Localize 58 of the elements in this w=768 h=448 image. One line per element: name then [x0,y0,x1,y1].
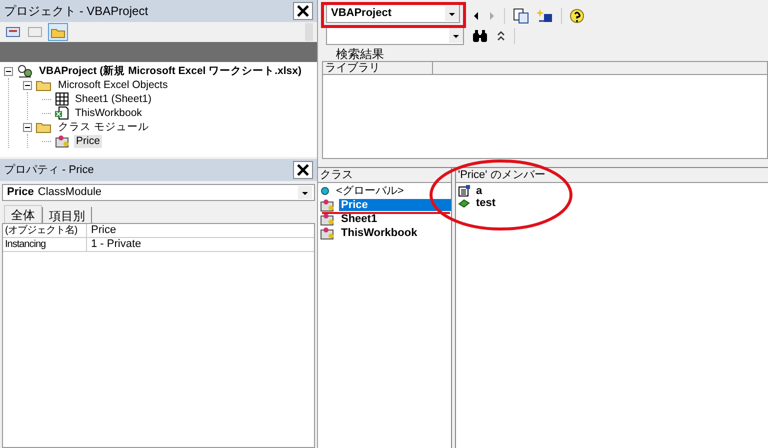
property-value[interactable]: 1 - Private [87,238,314,251]
form-icon [28,27,42,37]
back-icon[interactable] [472,11,480,21]
close-icon [297,5,309,17]
expander-toggle[interactable] [4,66,13,76]
class-item[interactable]: <グローバル> [334,185,451,197]
globe-icon [320,186,330,196]
tree-item[interactable]: Price [74,134,102,148]
column-header: クラス [318,168,451,183]
sheet-icon [55,92,69,106]
toggle-folders-button[interactable] [48,23,68,41]
copy-icon[interactable] [513,8,529,24]
minus-icon [25,124,30,130]
column-header: 'Price' のメンバー [456,168,768,183]
close-button[interactable] [293,2,313,20]
definition-icon[interactable] [537,8,553,24]
property-name: Instancing [3,238,87,251]
expander-toggle[interactable] [23,122,32,132]
member-item[interactable]: a [474,185,484,197]
property-name: (オブジェクト名) [3,224,87,237]
property-value[interactable]: Price [87,224,314,237]
minus-icon [6,68,11,74]
class-module-icon [320,198,335,212]
expander-toggle[interactable] [23,80,32,90]
object-dropdown[interactable]: Price ClassModule [2,184,315,201]
tree-item[interactable]: Microsoft Excel Objects [56,78,170,92]
method-icon [458,198,470,208]
folder-icon [36,121,52,133]
class-item[interactable]: Price [339,199,451,211]
class-module-icon [55,134,70,148]
folder-icon [51,26,65,38]
property-icon [458,185,470,197]
column-header: ライブラリ [323,62,433,74]
close-button[interactable] [293,161,313,179]
collapse-icon[interactable] [496,30,506,42]
view-code-button[interactable] [4,24,22,40]
tab[interactable]: 全体 [4,205,42,223]
class-module-icon [320,226,335,240]
class-item[interactable]: Sheet1 [339,213,451,225]
help-icon[interactable] [570,8,584,24]
binoculars-icon[interactable] [472,29,488,43]
project-icon [17,64,33,78]
form-icon [6,27,20,37]
tree-item[interactable]: Sheet1 (Sheet1) [73,92,154,106]
workbook-icon [55,106,69,120]
minus-icon [25,82,30,88]
member-item[interactable]: test [474,197,498,209]
tree-item[interactable]: VBAProject (新規 Microsoft Excel ワークシート.xlsx) [37,64,304,78]
folder-icon [36,79,52,91]
tree-item[interactable]: クラス モジュール [56,120,151,134]
window-title: プロジェクト - VBAProject [4,3,148,20]
close-icon [297,164,309,176]
tree-item[interactable]: ThisWorkbook [73,106,144,120]
class-item[interactable]: ThisWorkbook [339,227,451,239]
window-title: プロパティ - Price [4,162,94,178]
class-module-icon [320,212,335,226]
group-label: 検索結果 [336,48,385,60]
library-dropdown[interactable]: VBAProject [326,4,460,23]
